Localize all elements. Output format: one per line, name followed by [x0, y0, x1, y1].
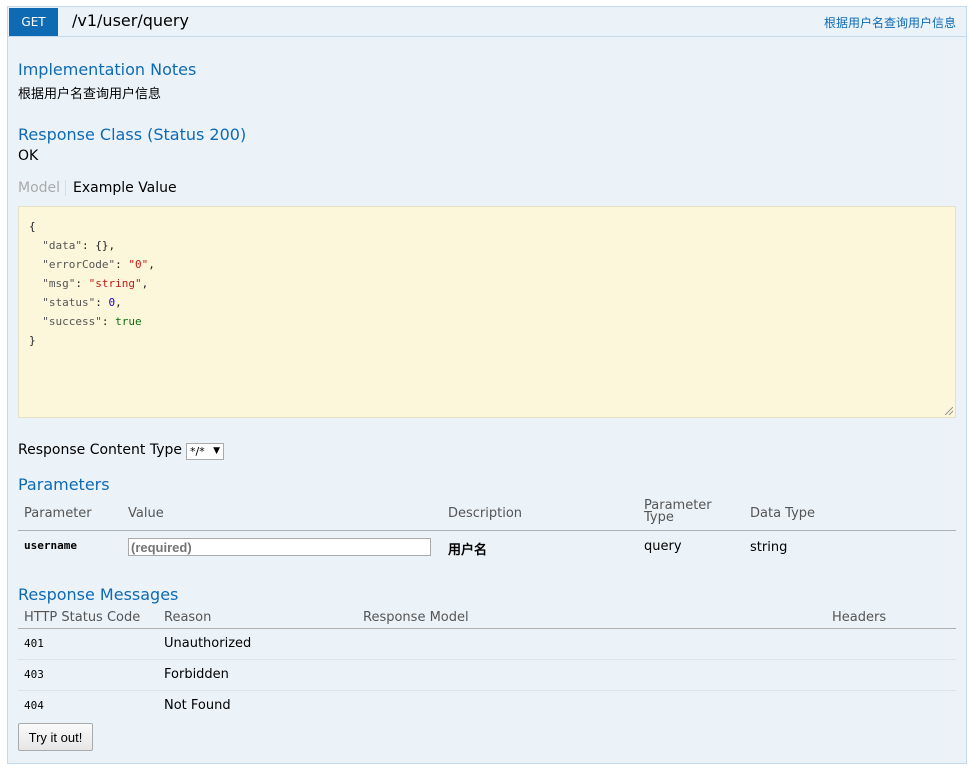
http-method-badge[interactable]: GET — [9, 8, 58, 36]
json-key: "msg" — [42, 277, 76, 290]
param-type-line-2: Type — [644, 510, 674, 525]
param-description: 用户名 — [448, 543, 488, 558]
param-col-parameter: Parameter — [24, 506, 92, 521]
json-comma: , — [148, 258, 155, 271]
json-key: "data" — [42, 239, 82, 252]
caret-down-icon: ▼ — [213, 446, 220, 456]
response-class-heading: Response Class (Status 200) — [18, 125, 247, 144]
param-col-data-type: Data Type — [750, 506, 816, 521]
param-name: username — [24, 539, 77, 552]
json-line: "success": true — [42, 315, 142, 328]
implementation-notes-heading: Implementation Notes — [18, 60, 197, 79]
endpoint-path[interactable]: /v1/user/query — [72, 11, 189, 30]
resp-code-404: 404 — [24, 699, 44, 712]
json-line: "errorCode": "0", — [42, 258, 155, 271]
param-header-divider — [18, 530, 956, 531]
json-line: "msg": "string", — [42, 277, 149, 290]
response-content-type-select[interactable]: */* ▼ — [186, 443, 224, 460]
param-data-type: string — [750, 540, 788, 555]
username-input[interactable] — [128, 538, 431, 556]
json-value: true — [115, 315, 142, 328]
json-open-brace: { — [29, 220, 36, 233]
json-key: "success" — [42, 315, 102, 328]
operation-header[interactable]: GET /v1/user/query 根据用户名查询用户信息 — [8, 7, 966, 37]
resp-header-divider — [18, 628, 956, 629]
parameters-heading: Parameters — [18, 475, 110, 494]
resp-code-403: 403 — [24, 668, 44, 681]
tab-example-value[interactable]: Example Value — [73, 180, 177, 196]
json-line: "data": {}, — [42, 239, 116, 252]
resp-reason-404: Not Found — [164, 698, 231, 713]
json-comma: , — [108, 239, 116, 252]
response-messages-heading: Response Messages — [18, 585, 179, 604]
json-value: "string" — [88, 277, 142, 290]
param-col-description: Description — [448, 506, 523, 521]
example-value-textarea[interactable]: { "data": {}, "errorCode": "0", "msg": "… — [18, 206, 956, 418]
json-line: "status": 0, — [42, 296, 122, 309]
json-key: "status" — [42, 296, 96, 309]
resp-row-divider — [18, 659, 956, 660]
param-col-parameter-type: Parameter Type — [644, 499, 712, 525]
response-class-text: OK — [18, 148, 39, 164]
param-type: query — [644, 539, 682, 554]
response-content-type-label: Response Content Type — [18, 442, 182, 458]
json-lines: "data": {}, "errorCode": "0", "msg": "st… — [29, 239, 155, 328]
tab-model[interactable]: Model — [18, 180, 67, 196]
operation-summary[interactable]: 根据用户名查询用户信息 — [824, 14, 956, 31]
resp-reason-401: Unauthorized — [164, 636, 252, 651]
json-close-brace: } — [29, 334, 36, 347]
selected-content-type: */* — [190, 445, 205, 458]
param-col-value: Value — [128, 506, 164, 521]
resp-row-divider — [18, 690, 956, 691]
json-key: "errorCode" — [42, 258, 116, 271]
implementation-notes-text: 根据用户名查询用户信息 — [18, 87, 162, 102]
resp-col-model: Response Model — [363, 610, 469, 625]
resp-col-reason: Reason — [164, 610, 212, 625]
resp-col-code: HTTP Status Code — [24, 610, 141, 625]
operation-panel: GET /v1/user/query 根据用户名查询用户信息 Implement… — [7, 6, 967, 764]
json-comma: , — [141, 277, 149, 290]
json-comma: , — [115, 296, 122, 309]
json-value: {} — [95, 239, 109, 252]
try-it-out-button[interactable]: Try it out! — [18, 723, 93, 751]
resp-reason-403: Forbidden — [164, 667, 229, 682]
json-value: "0" — [128, 258, 149, 271]
resp-col-headers: Headers — [832, 610, 887, 625]
resp-code-401: 401 — [24, 637, 44, 650]
resize-handle-icon[interactable] — [945, 407, 953, 415]
